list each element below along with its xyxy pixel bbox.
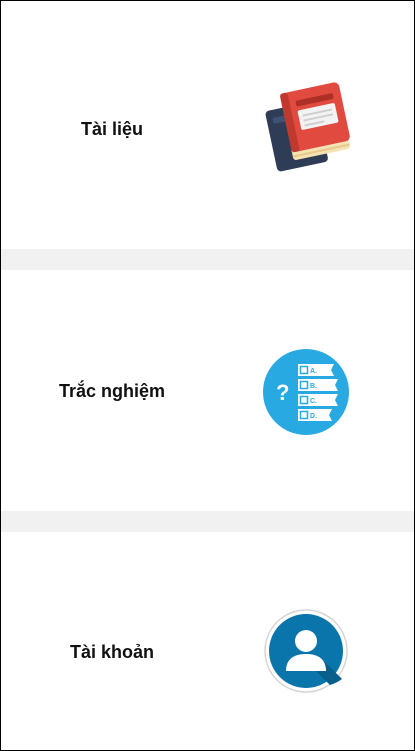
quiz-icon: A. B. C. D. ? — [262, 348, 350, 436]
svg-text:B.: B. — [310, 383, 317, 390]
svg-text:C.: C. — [310, 398, 317, 405]
menu-item-quiz[interactable]: Trắc nghiệm A. B. C. D. ? — [1, 270, 414, 511]
menu-item-documents[interactable]: Tài liệu — [1, 1, 414, 249]
section-divider — [1, 511, 414, 532]
app-screen: Tài liệu Trắc nghiệm A. B. C. D. ? Tài k… — [0, 0, 415, 751]
menu-item-label: Tài liệu — [81, 119, 144, 139]
svg-text:A.: A. — [310, 368, 317, 375]
account-icon — [264, 609, 348, 693]
menu-item-label: Trắc nghiệm — [59, 381, 166, 401]
section-divider — [1, 249, 414, 270]
books-icon — [261, 81, 353, 173]
menu-item-label: Tài khoản — [70, 642, 155, 662]
menu-item-account[interactable]: Tài khoản — [1, 532, 414, 750]
svg-text:D.: D. — [310, 413, 317, 420]
svg-text:?: ? — [276, 380, 289, 405]
